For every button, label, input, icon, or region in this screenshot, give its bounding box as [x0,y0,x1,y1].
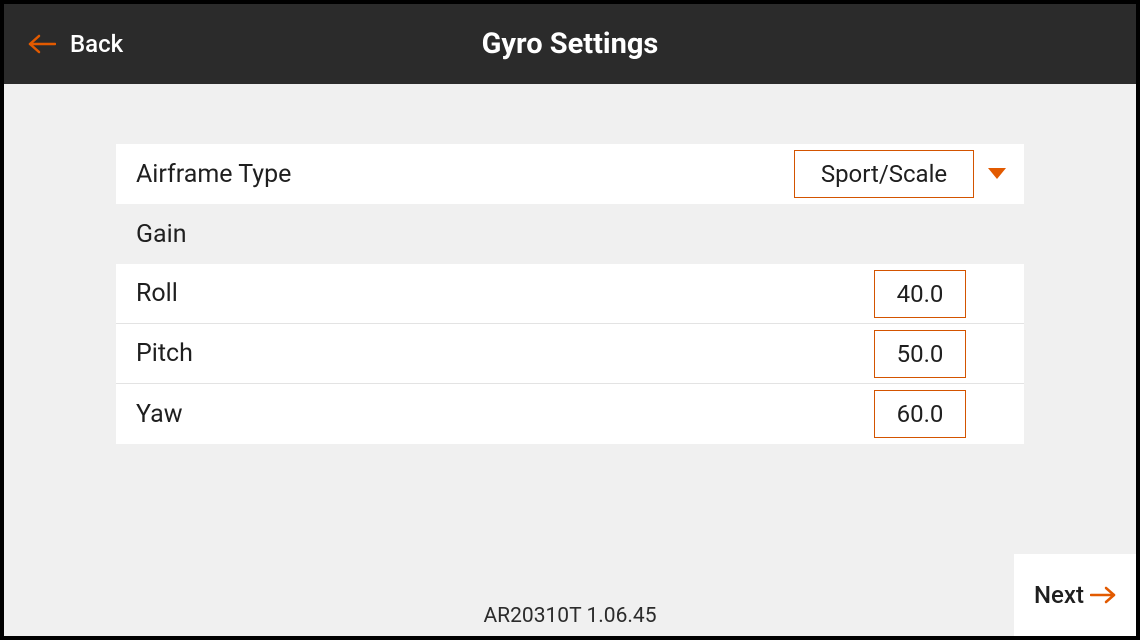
pitch-row: Pitch 50.0 [116,324,1024,384]
arrow-right-icon [1090,586,1116,604]
gain-section-label: Gain [136,220,1010,249]
yaw-row: Yaw 60.0 [116,384,1024,444]
roll-value-input[interactable]: 40.0 [874,270,966,318]
roll-label: Roll [136,279,874,308]
arrow-left-icon [28,34,56,54]
firmware-version: AR20310T 1.06.45 [483,604,656,628]
back-label: Back [70,30,123,58]
airframe-type-dropdown[interactable]: Sport/Scale [794,150,1006,198]
app-frame: Back Gyro Settings Airframe Type Sport/S… [4,4,1136,636]
next-label: Next [1034,581,1084,609]
back-button[interactable]: Back [28,30,123,58]
caret-down-icon [988,168,1006,180]
roll-row: Roll 40.0 [116,264,1024,324]
airframe-type-label: Airframe Type [136,160,794,189]
main-content: Airframe Type Sport/Scale Gain Roll 40.0 [4,84,1136,636]
settings-panel: Airframe Type Sport/Scale Gain Roll 40.0 [116,144,1024,444]
header-bar: Back Gyro Settings [4,4,1136,84]
pitch-value-input[interactable]: 50.0 [874,330,966,378]
pitch-label: Pitch [136,339,874,368]
next-button[interactable]: Next [1014,554,1136,636]
yaw-label: Yaw [136,400,874,429]
yaw-value-input[interactable]: 60.0 [874,390,966,438]
airframe-type-value: Sport/Scale [794,150,974,198]
gain-section-header: Gain [116,204,1024,264]
airframe-type-row: Airframe Type Sport/Scale [116,144,1024,204]
page-title: Gyro Settings [482,27,659,61]
